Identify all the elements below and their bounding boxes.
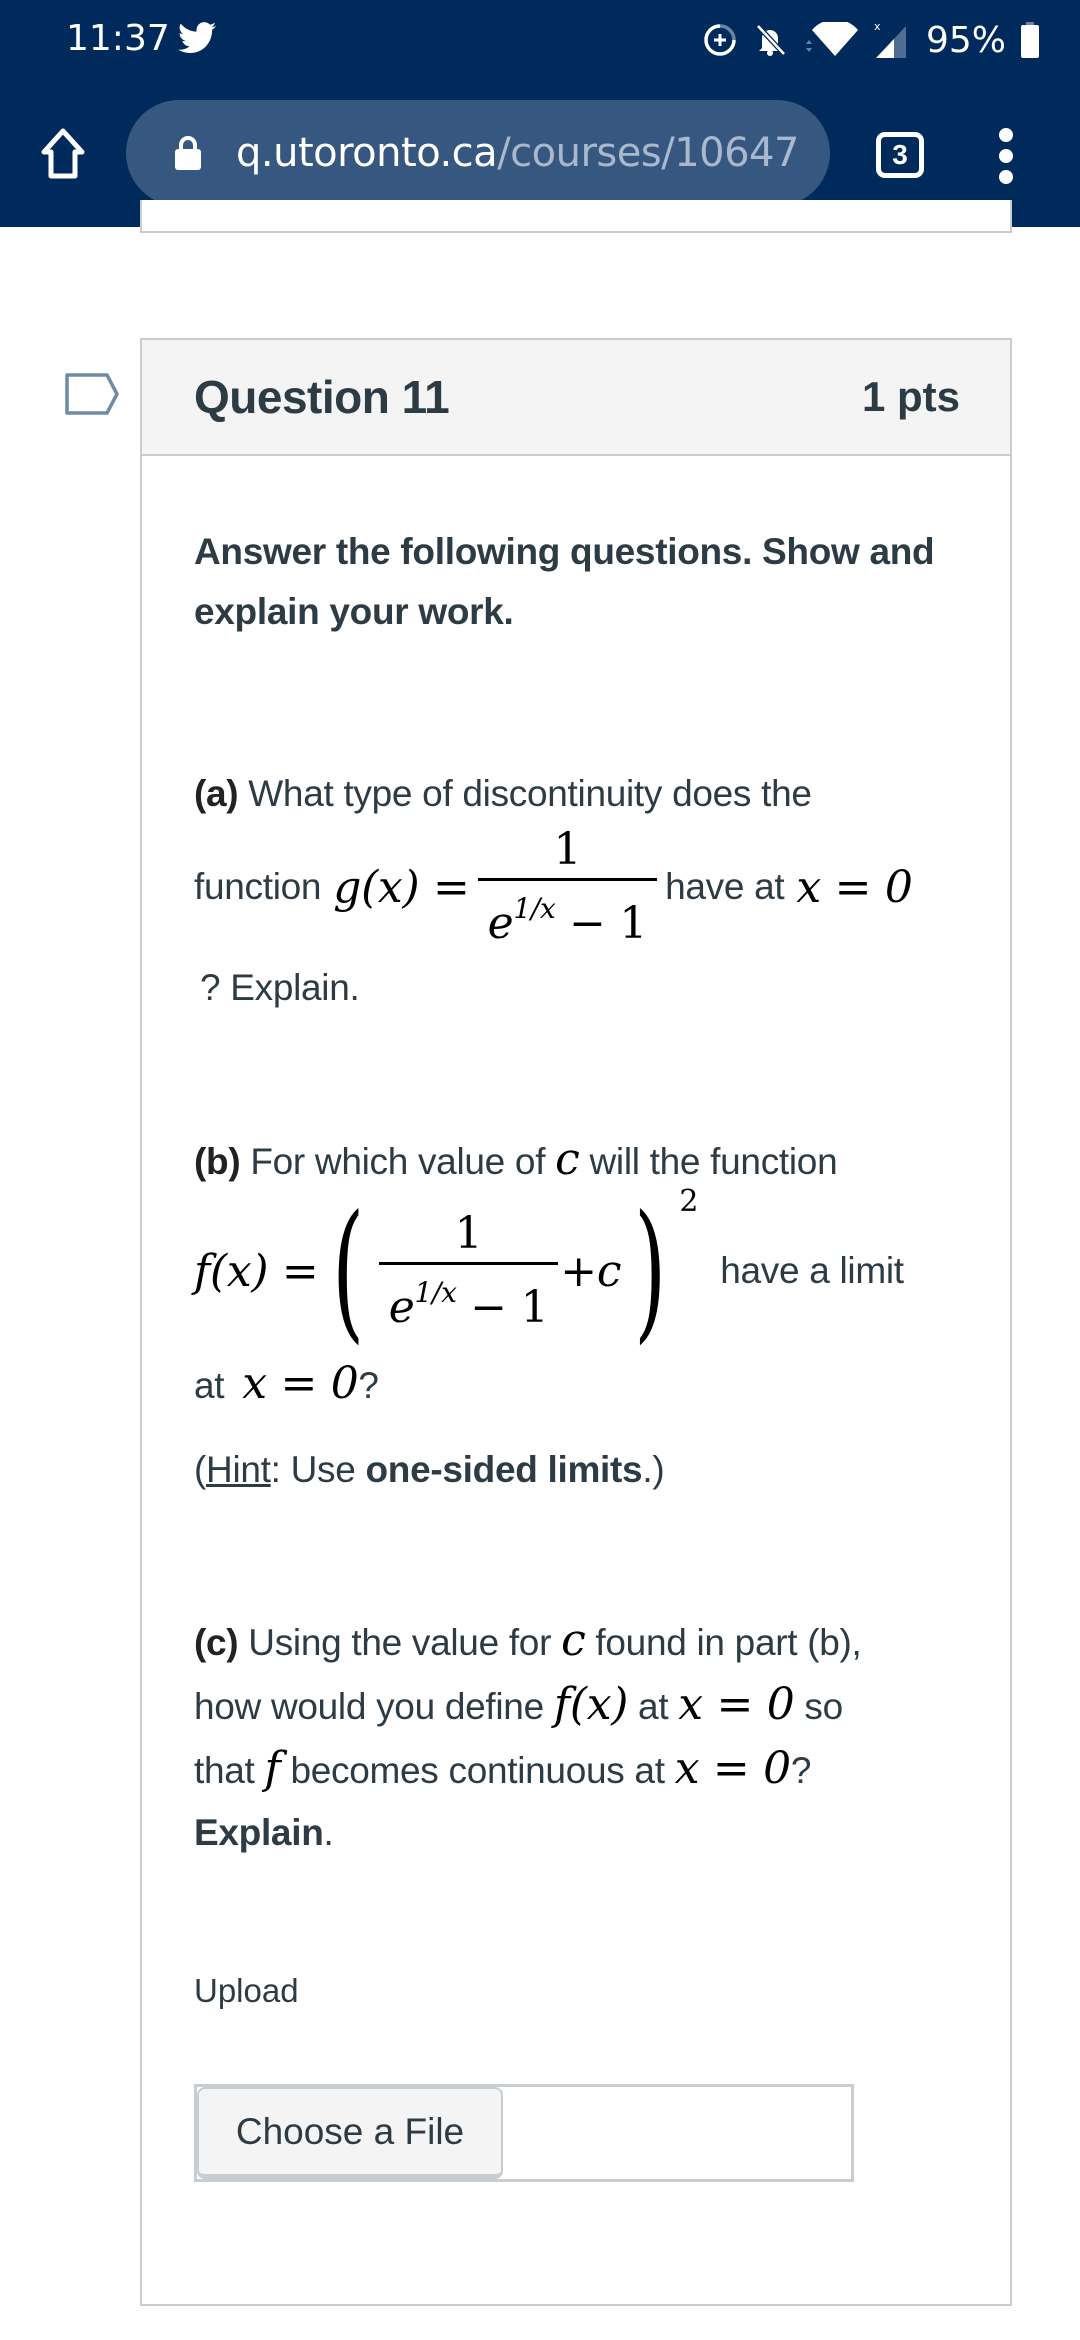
var-c: c — [561, 1615, 586, 1666]
tab-switcher-button[interactable]: 3 — [876, 132, 924, 178]
browser-menu-button[interactable] — [994, 128, 1018, 184]
plus-c: +c — [560, 1245, 622, 1297]
point-x0: x = 0 — [242, 1358, 359, 1409]
part-a-text: have at — [665, 866, 785, 907]
part-c-text: so — [794, 1686, 843, 1727]
part-c-label: (c) — [194, 1622, 239, 1663]
part-c-line-4: Explain. — [194, 1802, 984, 1864]
part-c-text: ? — [790, 1750, 812, 1791]
question-header: Question 11 1 pts — [142, 340, 1010, 456]
wifi-icon — [805, 22, 858, 56]
hint-bold: one-sided limits — [365, 1449, 643, 1490]
f-function: f(x) = — [194, 1245, 319, 1297]
part-a-line-3: ? Explain. — [194, 958, 984, 1018]
g-function: g(x) = — [333, 861, 470, 913]
svg-text:x: x — [874, 20, 881, 33]
part-a-text: function — [194, 866, 322, 907]
menu-dot — [999, 149, 1013, 163]
question-intro: Answer the following questions. Show and… — [194, 531, 935, 632]
home-button[interactable] — [38, 126, 88, 180]
denominator-exponent: 1/x — [414, 1276, 457, 1309]
question-points: 1 pts — [861, 373, 960, 420]
point-x0: x = 0 — [674, 1743, 791, 1794]
denominator-rest: − 1 — [555, 898, 648, 949]
left-paren: ( — [331, 1184, 364, 1358]
hint-text: ( — [194, 1449, 207, 1490]
part-c-line-1: (c) Using the value for c found in part … — [194, 1610, 984, 1674]
question-title: Question 11 — [194, 371, 450, 423]
part-c-text: that — [194, 1750, 265, 1791]
part-a-equation-line: function g(x) = 1 e1/x − 1 have at x = 0 — [194, 822, 984, 952]
part-a-text: ? Explain. — [200, 967, 360, 1008]
part-a-line-1: (a) What type of discontinuity does the — [194, 764, 984, 824]
part-c-text: becomes continuous at — [280, 1750, 675, 1791]
part-b-text: will the function — [579, 1141, 838, 1182]
choose-file-button[interactable]: Choose a File — [197, 2087, 503, 2179]
tab-count: 3 — [892, 139, 908, 170]
denominator-base: e — [487, 898, 514, 949]
denominator-exponent: 1/x — [513, 892, 556, 925]
data-saver-icon — [704, 24, 736, 56]
fraction-numerator: 1 — [553, 824, 582, 875]
file-upload-input[interactable]: Choose a File — [194, 2084, 854, 2182]
status-icons: x 95% — [702, 14, 1040, 66]
part-c-text: . — [323, 1812, 334, 1853]
twitter-icon — [178, 22, 216, 54]
part-a-label: (a) — [194, 773, 239, 814]
url-host: q.utoronto.ca — [236, 130, 498, 176]
fraction-denominator: e1/x − 1 — [378, 1262, 559, 1336]
fraction-f: 1 e1/x − 1 — [378, 1206, 559, 1336]
flag-question-icon[interactable] — [64, 372, 120, 416]
f-symbol: f — [264, 1743, 281, 1794]
signal-icon: x — [874, 20, 906, 58]
upload-label: Upload — [194, 1972, 299, 2009]
part-c-line-3: that f becomes continuous at x = 0? — [194, 1738, 984, 1802]
part-c-text: how would you define — [194, 1686, 554, 1727]
part-c-text: Using the value for — [238, 1622, 562, 1663]
menu-dot — [999, 128, 1013, 142]
fraction-denominator: e1/x − 1 — [477, 878, 658, 952]
menu-dot — [999, 170, 1013, 184]
status-bar: 11:37 x 95% — [0, 0, 1080, 80]
part-b-line-3: at x = 0? — [194, 1354, 984, 1416]
notifications-off-icon — [756, 24, 786, 56]
exponent-2: 2 — [679, 1183, 699, 1219]
hint-link[interactable]: Hint — [206, 1449, 271, 1490]
status-time: 11:37 — [66, 18, 170, 59]
point-x0: x = 0 — [678, 1679, 795, 1730]
hint-text: : Use — [270, 1449, 366, 1490]
battery-icon — [1021, 22, 1039, 58]
part-b-line-1: (b) For which value of c will the functi… — [194, 1130, 984, 1192]
right-paren: ) — [634, 1184, 667, 1358]
denominator-base: e — [388, 1282, 415, 1333]
fraction-numerator: 1 — [454, 1208, 483, 1259]
part-a-text: What type of discontinuity does the — [238, 773, 812, 814]
address-bar[interactable]: q.utoronto.ca/courses/10647 — [126, 100, 830, 206]
part-b-equation-line: f(x) = ( 1 e1/x − 1 +c ) 2 have a limit — [194, 1183, 984, 1358]
browser-chrome: 11:37 x 95% q.utoronto.ca/courses/10647 … — [0, 0, 1080, 227]
hint-text: .) — [642, 1449, 665, 1490]
lock-icon — [175, 136, 201, 170]
hint-line: (Hint: Use one-sided limits.) — [194, 1440, 984, 1500]
part-b-text: For which value of — [240, 1141, 556, 1182]
part-b-text: have a limit — [720, 1250, 904, 1291]
part-c-line-2: how would you define f(x) at x = 0 so — [194, 1674, 984, 1738]
battery-percent: 95% — [925, 19, 1006, 61]
f-of-x: f(x) — [553, 1679, 629, 1730]
point-x0: x = 0 — [796, 861, 913, 913]
previous-question-bottom — [140, 200, 1012, 233]
part-b-text: ? — [358, 1365, 379, 1406]
denominator-rest: − 1 — [456, 1282, 549, 1333]
part-b-text: at — [194, 1365, 235, 1406]
fraction-g: 1 e1/x − 1 — [477, 822, 658, 952]
part-c-text: found in part (b), — [585, 1622, 862, 1663]
var-c: c — [555, 1134, 580, 1185]
url-path: /courses/10647 — [497, 130, 799, 176]
part-c-text-block: (c) Using the value for c found in part … — [194, 1610, 984, 1864]
explain-bold: Explain — [194, 1812, 324, 1853]
part-c-text: at — [628, 1686, 679, 1727]
part-b-label: (b) — [194, 1141, 241, 1182]
question-card: Question 11 1 pts Answer the following q… — [140, 338, 1012, 2306]
